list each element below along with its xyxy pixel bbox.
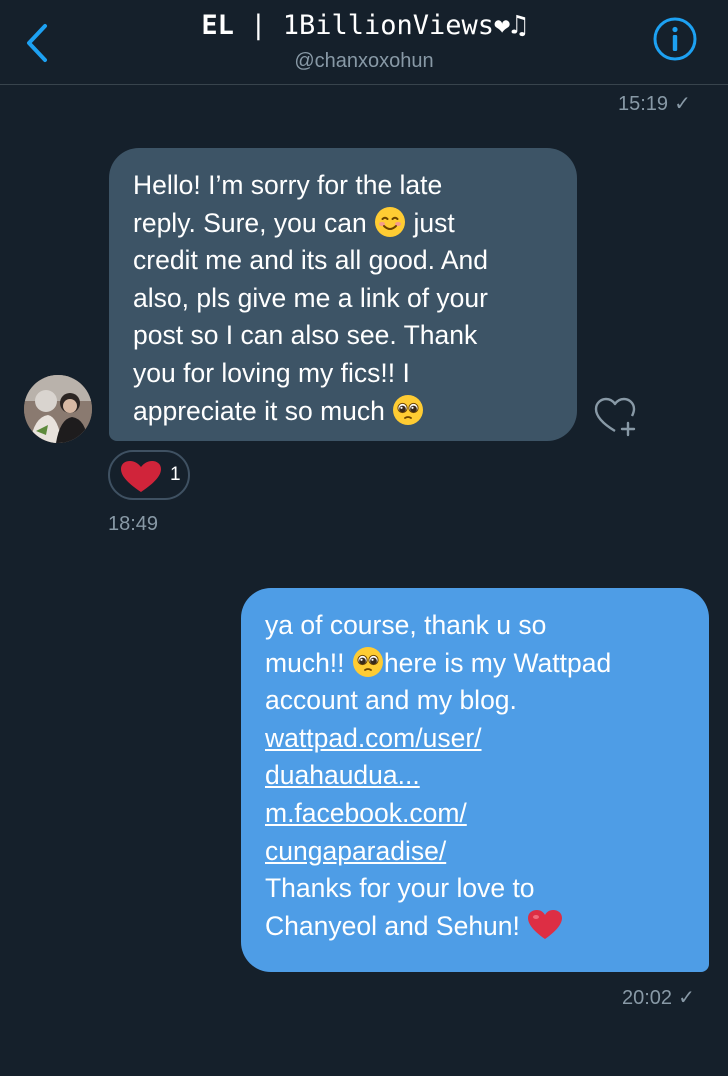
message-text: Chanyeol and Sehun! [265, 910, 520, 941]
message-line: Chanyeol and Sehun! [265, 908, 689, 946]
message-line: reply. Sure, you can just [133, 205, 557, 243]
conversation-title[interactable]: EL | 1BillionViews❤♫ [0, 10, 728, 41]
heart-icon [121, 461, 161, 492]
reaction-badge[interactable]: 1 [108, 450, 190, 500]
message-text: here is my Wattpad [383, 647, 612, 678]
conversation-header: EL | 1BillionViews❤♫ @chanxoxohun [0, 0, 728, 85]
sent-check-icon: ✓ [678, 987, 695, 1009]
message-text: appreciate it so much [133, 395, 385, 426]
message-timestamp: 18:49 [108, 513, 159, 535]
incoming-message-bubble[interactable]: Hello! I’m sorry for the late reply. Sur… [109, 148, 577, 441]
message-line: much!! here is my Wattpad [265, 645, 689, 683]
avatar[interactable] [24, 375, 92, 443]
timestamp-text: 15:19 [618, 93, 669, 115]
smiling-face-emoji [375, 206, 406, 237]
title-separator: | [233, 10, 283, 41]
message-timestamp: 15:19 ✓ [618, 91, 691, 116]
message-line: Thanks for your love to [265, 873, 535, 904]
pleading-face-emoji [393, 394, 424, 425]
outgoing-message-bubble[interactable]: ya of course, thank u so much!! here is … [241, 588, 709, 972]
wattpad-link-continued[interactable]: duahaudua... [265, 757, 689, 795]
user-handle[interactable]: @chanxoxohun [0, 50, 728, 73]
title-rest: 1BillionViews [282, 10, 495, 41]
message-line: account and my blog. [265, 685, 517, 716]
message-text: much!! [265, 647, 345, 678]
red-heart-emoji [528, 909, 563, 939]
message-line: ya of course, thank u so [265, 610, 547, 640]
pleading-face-emoji [352, 646, 383, 677]
info-icon[interactable] [652, 16, 698, 62]
facebook-link-continued[interactable]: cungaparadise/ [265, 833, 689, 871]
title-symbols: ❤♫ [494, 10, 527, 41]
heart-plus-icon[interactable] [594, 396, 640, 438]
title-bold: EL [201, 10, 234, 41]
reaction-count: 1 [170, 464, 181, 485]
message-text: reply. Sure, you can [133, 207, 367, 238]
sent-check-icon: ✓ [674, 93, 691, 115]
message-text: just [413, 207, 455, 238]
message-line: credit me and its all good. And [133, 245, 489, 276]
message-line: appreciate it so much [133, 393, 557, 431]
message-line: Hello! I’m sorry for the late [133, 170, 443, 200]
message-line: you for loving my fics!! I [133, 357, 410, 388]
message-line: also, pls give me a link of your [133, 282, 488, 313]
message-timestamp: 20:02 ✓ [622, 985, 695, 1010]
facebook-link[interactable]: m.facebook.com/ [265, 795, 689, 833]
timestamp-text: 20:02 [622, 987, 673, 1009]
message-line: post so I can also see. Thank [133, 320, 478, 351]
wattpad-link[interactable]: wattpad.com/user/ [265, 720, 689, 758]
